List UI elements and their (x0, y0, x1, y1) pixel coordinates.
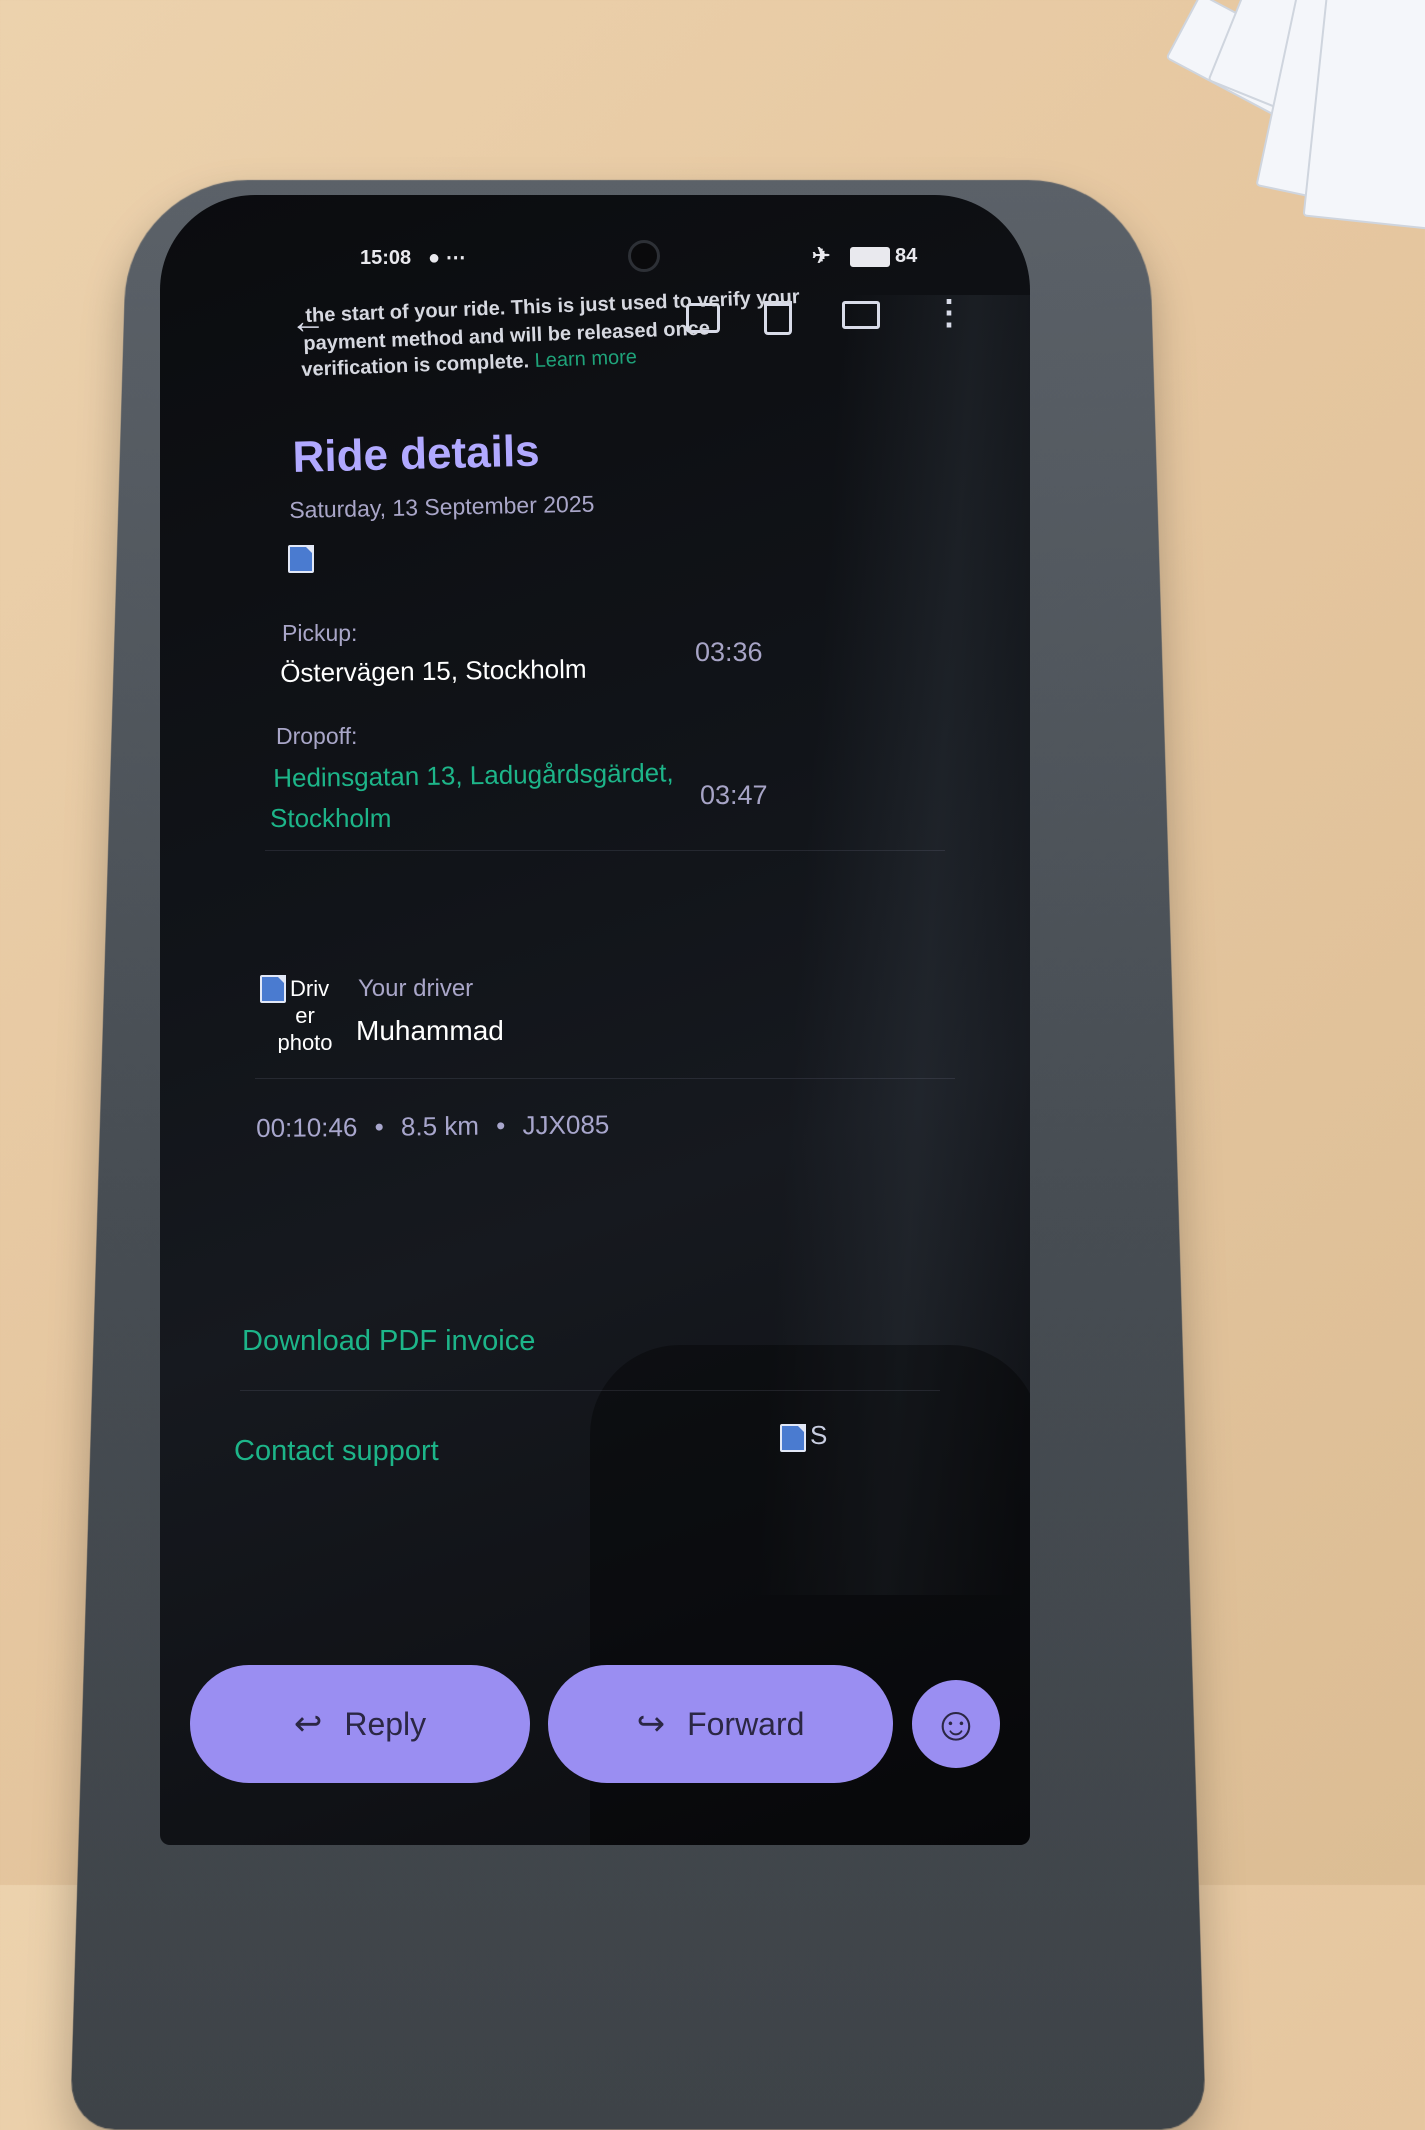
trip-meta: 00:10:46 • 8.5 km • JJX085 (256, 1109, 609, 1144)
paper-stack (1165, 0, 1425, 250)
forward-icon: ↪ (637, 1704, 666, 1744)
camera-hole (628, 240, 660, 272)
license-plate: JJX085 (522, 1109, 609, 1140)
divider (255, 1078, 955, 1079)
dropoff-address-line-1[interactable]: Hedinsgatan 13, Ladugårdsgärdet, (273, 757, 674, 794)
status-time: 15:08 (360, 247, 411, 270)
trip-distance: 8.5 km (401, 1111, 479, 1142)
forward-label: Forward (687, 1706, 804, 1743)
map-image-placeholder (288, 545, 314, 573)
airplane-icon: ✈ (812, 243, 830, 269)
battery-level: 84 (895, 245, 917, 268)
learn-more-link[interactable]: Learn more (534, 346, 637, 372)
smiley-icon[interactable]: ☺ (912, 1680, 1000, 1768)
intro-line-3-text: verification is complete. (301, 350, 530, 381)
pickup-time: 03:36 (695, 637, 763, 668)
ride-details-title: Ride details (292, 427, 540, 483)
dropoff-label: Dropoff: (276, 723, 357, 750)
battery-icon (850, 247, 890, 267)
broken-image-icon (260, 975, 286, 1003)
support-image: S (780, 1420, 827, 1451)
pickup-address: Östervägen 15, Stockholm (280, 654, 587, 689)
forward-button[interactable]: ↪ Forward (548, 1665, 893, 1783)
driver-name: Muhammad (356, 1015, 504, 1047)
reply-button[interactable]: ↩ Reply (190, 1665, 530, 1783)
broken-image-icon (780, 1424, 806, 1452)
mail-unread-icon[interactable] (842, 301, 880, 329)
driver-photo: Driv er photo (260, 975, 350, 1053)
driver-label: Your driver (358, 975, 473, 1003)
driver-photo-alt-3: photo (260, 1029, 350, 1053)
reply-icon: ↩ (294, 1704, 323, 1744)
contact-support-link[interactable]: Contact support (234, 1435, 439, 1468)
divider (240, 1390, 940, 1391)
driver-photo-alt-1: Driv (290, 976, 329, 1001)
more-vertical-icon[interactable]: ⋮ (932, 293, 966, 333)
dropoff-time: 03:47 (700, 780, 768, 811)
reply-label: Reply (344, 1706, 426, 1743)
ride-date: Saturday, 13 September 2025 (289, 491, 595, 524)
intro-line-1: the start of your ride. This is just use… (305, 286, 800, 328)
trip-duration: 00:10:46 (256, 1112, 358, 1143)
phone-screen: 15:08 ● ⋯ ✈ 84 ← ⋮ the start of your rid… (160, 195, 1030, 1845)
divider (265, 850, 945, 851)
driver-photo-alt-2: er (260, 1002, 350, 1029)
download-invoice-link[interactable]: Download PDF invoice (242, 1325, 535, 1358)
pickup-label: Pickup: (282, 620, 357, 647)
notification-icon: ● ⋯ (428, 245, 466, 270)
dropoff-address-line-2[interactable]: Stockholm (270, 803, 391, 834)
